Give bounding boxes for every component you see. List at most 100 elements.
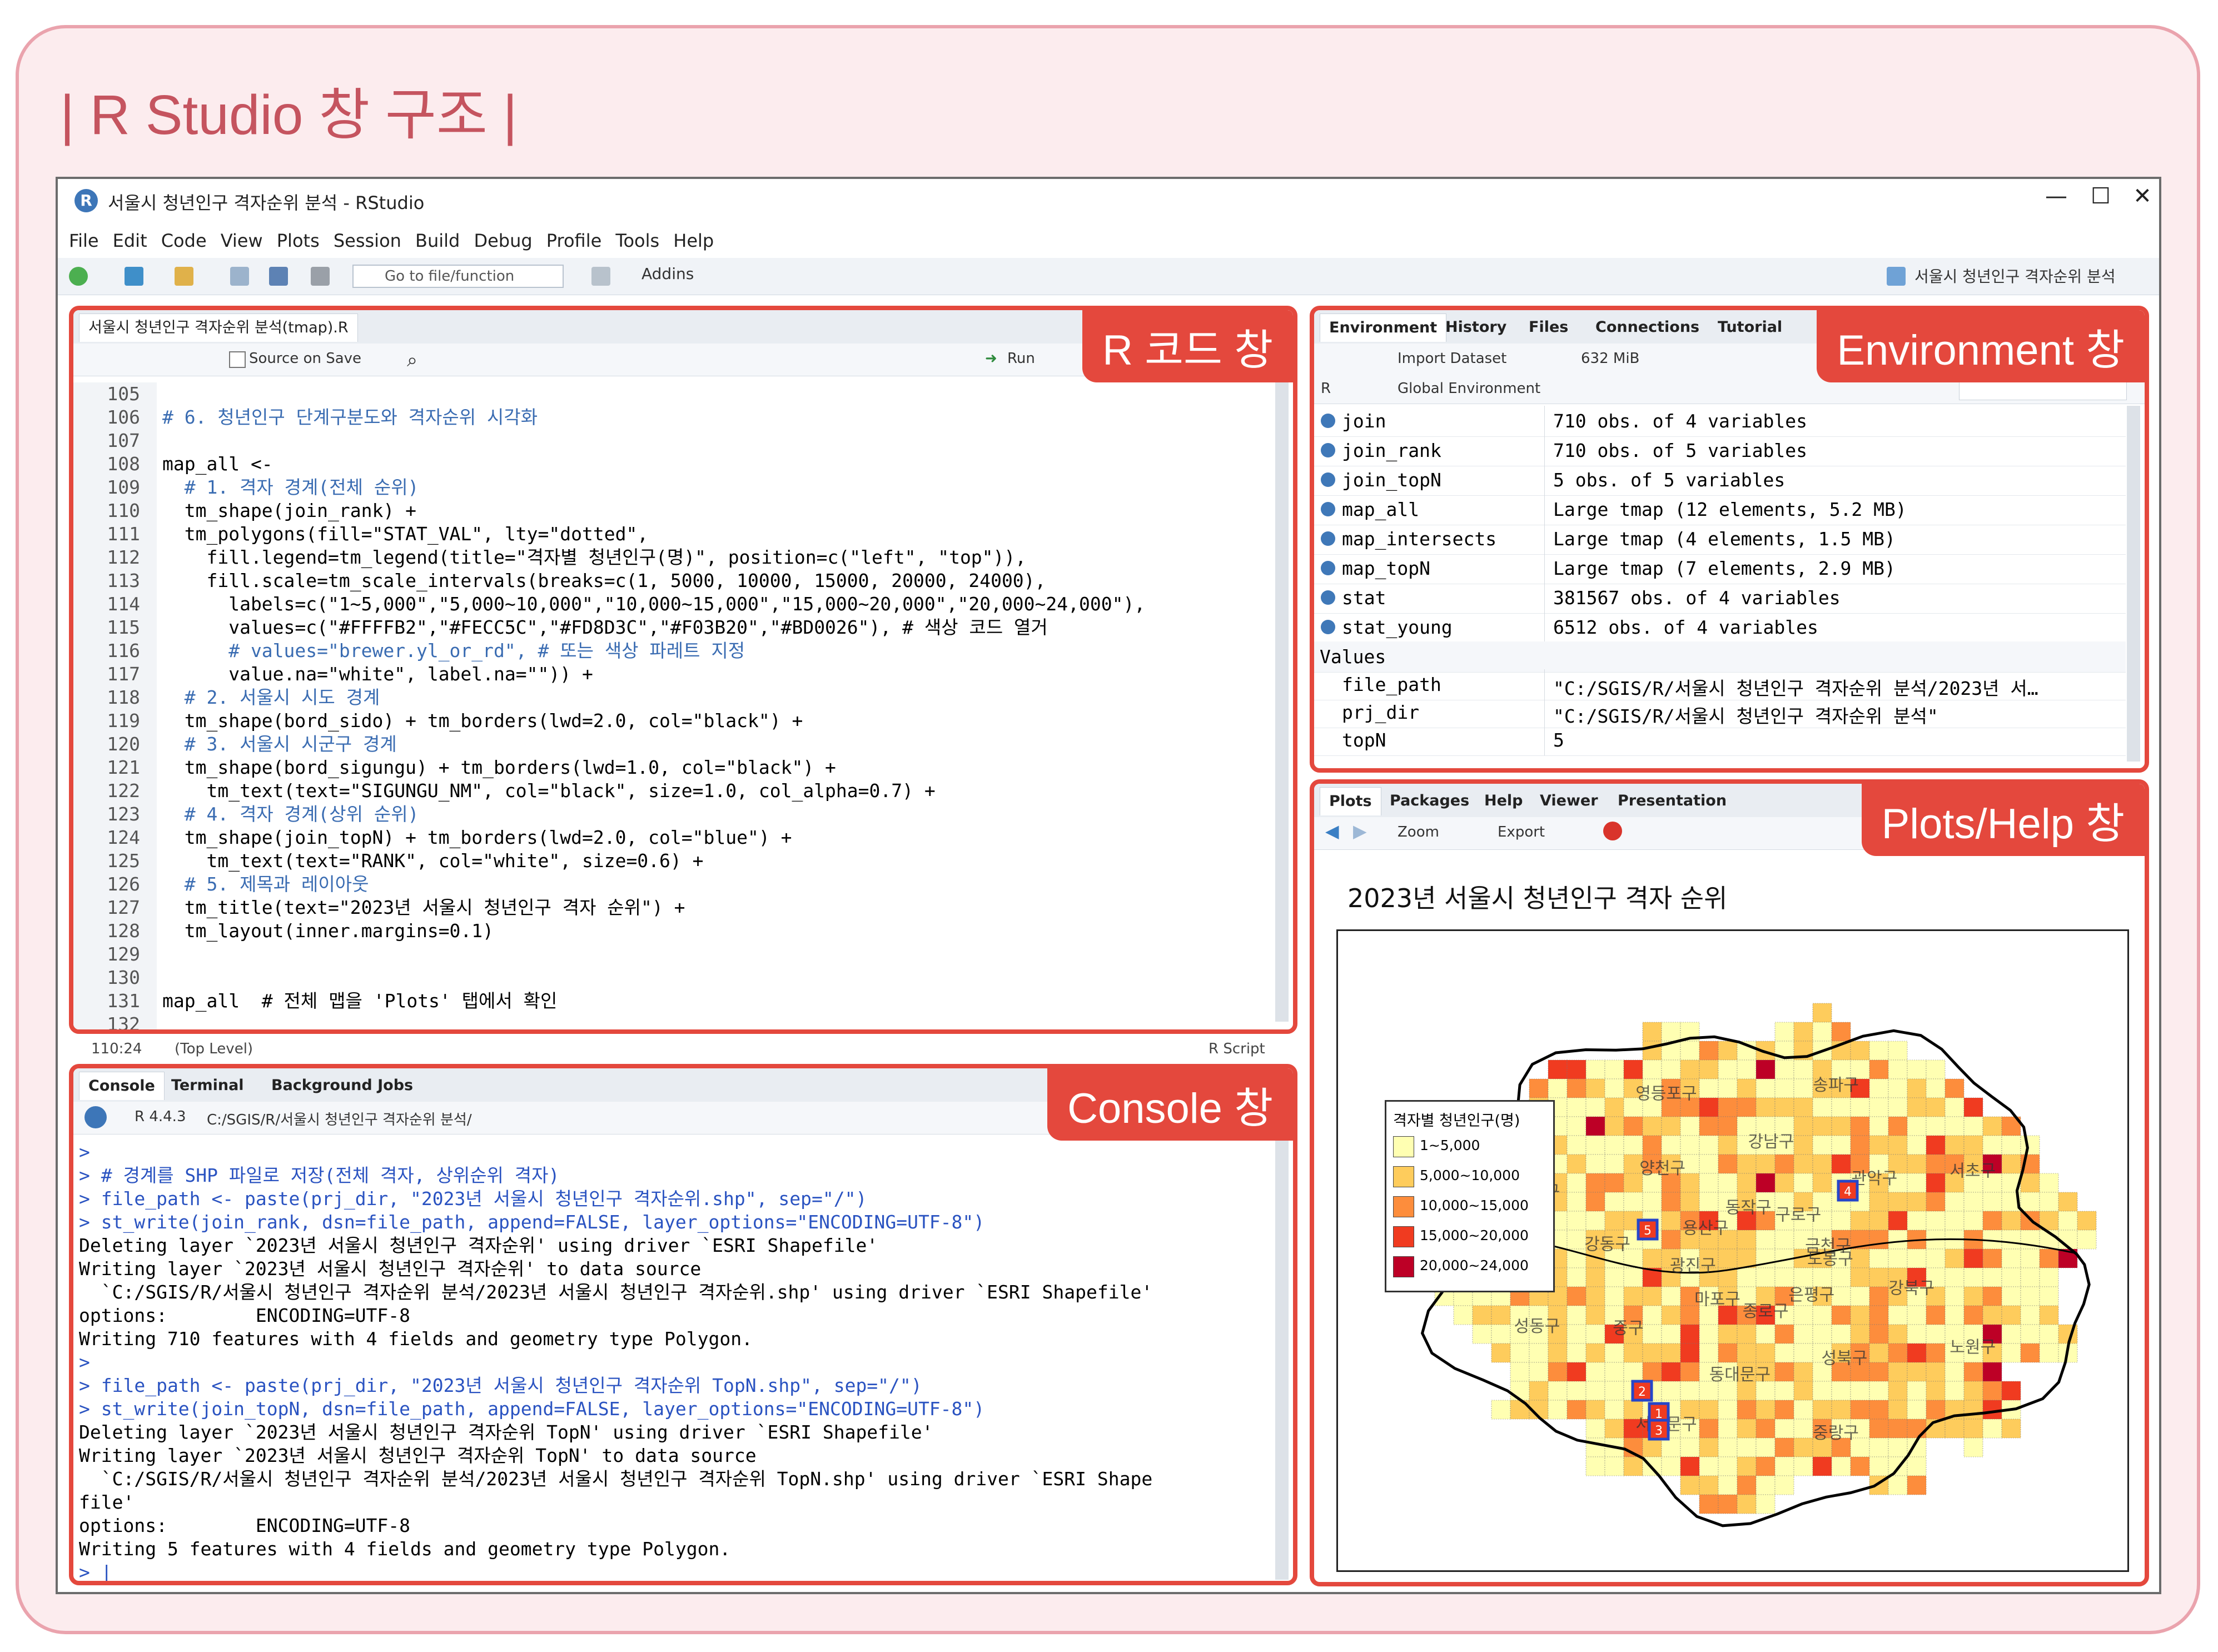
tab-viewer[interactable]: Viewer (1531, 787, 1607, 815)
grid-cell (1774, 1456, 1794, 1476)
tab-tutorial[interactable]: Tutorial (1709, 314, 1791, 341)
zoom-button[interactable]: Zoom (1398, 824, 1439, 840)
column-divider (1544, 669, 1545, 700)
new-project-icon[interactable] (125, 267, 143, 286)
menu-debug[interactable]: Debug (474, 230, 532, 251)
menu-session[interactable]: Session (334, 230, 401, 251)
grid-cell (1585, 1343, 1605, 1363)
menu-help[interactable]: Help (673, 230, 714, 251)
scope-indicator[interactable]: (Top Level) (175, 1041, 253, 1057)
cursor-position: 110:24 (91, 1041, 142, 1057)
save-all-icon[interactable] (269, 267, 288, 286)
grid-cell (1812, 1154, 1832, 1174)
environment-row[interactable]: join_topN 5 obs. of 5 variables (1314, 465, 2126, 496)
grid-cell (1661, 1362, 1681, 1382)
forward-arrow-icon[interactable]: ▶ (1353, 820, 1367, 842)
tab-connections[interactable]: Connections (1587, 314, 1708, 341)
tab-terminal[interactable]: Terminal (162, 1072, 253, 1099)
grid-cell (1680, 1192, 1700, 1212)
print-icon[interactable] (311, 267, 330, 286)
grid-layout-icon[interactable] (591, 267, 610, 286)
tab-packages[interactable]: Packages (1381, 787, 1478, 815)
environment-value-row[interactable]: file_path "C:/SGIS/R/서울시 청년인구 격자순위 분석/202… (1314, 669, 2126, 700)
working-directory[interactable]: C:/SGIS/R/서울시 청년인구 격자순위 분석/ (207, 1108, 472, 1129)
tab-presentation[interactable]: Presentation (1609, 787, 1735, 815)
tab-console[interactable]: Console (79, 1072, 165, 1100)
grid-cell (1812, 1381, 1832, 1401)
memory-usage[interactable]: 632 MiB (1581, 350, 1639, 367)
source-on-save-checkbox[interactable] (229, 351, 246, 368)
environment-row[interactable]: stat_young 6512 obs. of 4 variables (1314, 612, 2126, 643)
environment-row[interactable]: join 710 obs. of 4 variables (1314, 406, 2126, 437)
code-editor[interactable]: 105 106 # 6. 청년인구 단계구분도와 격자순위 시각화 107 108 map… (73, 382, 1293, 1034)
tab-files[interactable]: Files (1520, 314, 1577, 341)
line-number: 132 (107, 1013, 140, 1034)
remove-plot-icon[interactable] (1603, 822, 1622, 840)
back-arrow-icon[interactable]: ◀ (1325, 820, 1339, 842)
import-dataset-button[interactable]: Import Dataset (1398, 350, 1506, 367)
grid-cell (1566, 1173, 1587, 1193)
export-button[interactable]: Export (1498, 824, 1545, 840)
environment-row[interactable]: stat 381567 obs. of 4 variables (1314, 583, 2126, 614)
environment-row[interactable]: map_intersects Large tmap (4 elements, 1.… (1314, 524, 2126, 555)
addins-menu[interactable]: Addins (641, 265, 694, 283)
menu-plots[interactable]: Plots (277, 230, 320, 251)
minimize-button[interactable]: — (2037, 183, 2076, 209)
console-output[interactable]: > > # 경계를 SHP 파일로 저장(전체 격자, 상위순위 격자) > fil… (73, 1141, 1293, 1581)
console-scrollbar[interactable] (1275, 1141, 1289, 1580)
menu-view[interactable]: View (221, 230, 263, 251)
grid-cell (2039, 1248, 2059, 1268)
grid-cell (1793, 1097, 1813, 1117)
file-type-indicator[interactable]: R Script (1209, 1041, 1265, 1057)
environment-value-row[interactable]: prj_dir "C:/SGIS/R/서울시 청년인구 격자순위 분석" (1314, 697, 2126, 728)
environment-scrollbar[interactable] (2127, 406, 2140, 762)
grid-cell (1566, 1154, 1587, 1174)
grid-cell (1926, 1381, 1946, 1401)
district-label: 광진구 (1670, 1256, 1716, 1276)
grid-cell (1737, 1324, 1757, 1344)
menu-tools[interactable]: Tools (615, 230, 659, 251)
environment-row[interactable]: map_topN Large tmap (7 elements, 2.9 MB) (1314, 553, 2126, 584)
close-button[interactable]: ✕ (2123, 183, 2159, 209)
new-file-icon[interactable] (69, 267, 88, 286)
code-text: tm_shape(join_rank) + (162, 500, 416, 521)
menu-file[interactable]: File (69, 230, 99, 251)
save-icon[interactable] (230, 267, 249, 286)
tab-plots[interactable]: Plots (1320, 787, 1381, 815)
variable-value: 381567 obs. of 4 variables (1553, 587, 1841, 609)
tab-environment[interactable]: Environment (1320, 314, 1447, 342)
grid-cell (1774, 1381, 1794, 1401)
goto-file-input[interactable]: Go to file/function (352, 265, 564, 288)
menu-code[interactable]: Code (161, 230, 207, 251)
line-number: 127 (107, 897, 140, 918)
open-file-icon[interactable] (175, 267, 193, 286)
console-line: > file_path <- paste(prj_dir, "2023년 서울시… (79, 1375, 922, 1396)
grid-cell (1982, 1305, 2002, 1325)
district-label: 성동구 (1514, 1317, 1560, 1336)
grid-cell (1963, 1211, 1983, 1231)
environment-row[interactable]: map_all Large tmap (12 elements, 5.2 MB) (1314, 494, 2126, 525)
grid-cell (1718, 1456, 1738, 1476)
menu-edit[interactable]: Edit (113, 230, 147, 251)
grid-cell (1548, 1362, 1568, 1382)
project-menu[interactable]: 서울시 청년인구 격자순위 분석 (1914, 265, 2116, 287)
tab-history[interactable]: History (1436, 314, 1515, 341)
environment-row[interactable]: join_rank 710 obs. of 5 variables (1314, 435, 2126, 466)
environment-value-row[interactable]: topN 5 (1314, 725, 2126, 756)
grid-cell (1774, 1173, 1794, 1193)
console-line: Deleting layer `2023년 서울시 청년인구 격자순위 TopN… (79, 1421, 933, 1443)
tab-background-jobs[interactable]: Background Jobs (262, 1072, 422, 1099)
tab-help[interactable]: Help (1475, 787, 1532, 815)
run-button[interactable]: Run (1007, 350, 1035, 367)
search-icon[interactable]: ⌕ (407, 349, 417, 371)
language-selector[interactable]: R (1321, 380, 1331, 397)
grid-cell (1680, 1343, 1700, 1363)
editor-scrollbar[interactable] (1275, 382, 1289, 1022)
menu-profile[interactable]: Profile (546, 230, 602, 251)
global-environment-selector[interactable]: Global Environment (1398, 380, 1540, 397)
editor-tab[interactable]: 서울시 청년인구 격자순위 분석(tmap).R (79, 314, 358, 342)
menu-build[interactable]: Build (415, 230, 460, 251)
grid-cell (1926, 1135, 1946, 1155)
maximize-button[interactable]: ☐ (2081, 183, 2120, 209)
grid-cell (2001, 1267, 2021, 1287)
